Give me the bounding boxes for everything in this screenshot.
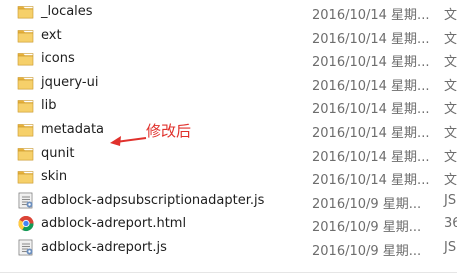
file-name: _locales [41, 4, 93, 19]
file-type: 文 [444, 55, 457, 71]
file-name: icons [41, 51, 75, 67]
js-file-icon [17, 239, 35, 256]
folder-icon [17, 168, 35, 185]
folder-icon [17, 50, 35, 67]
file-date-modified: 2016/10/9 星期... [312, 196, 422, 212]
js-file-icon [17, 192, 35, 209]
file-type: JS [444, 192, 457, 208]
file-date-modified: 2016/10/9 星期... [312, 243, 422, 259]
file-name: lib [41, 98, 57, 114]
folder-icon [17, 3, 35, 20]
html-file-icon [17, 215, 35, 232]
file-name: adblock-adpsubscriptionadapter.js [41, 192, 265, 208]
file-type: 文 [444, 125, 457, 141]
file-type: 文 [444, 149, 457, 165]
file-row[interactable]: adblock-adpsubscriptionadapter.js 2016/10… [0, 189, 457, 213]
folder-icon [17, 145, 35, 162]
file-date-modified: 2016/10/14 星期... [312, 125, 430, 141]
file-list: _locales 2016/10/14 星期... 文 ext 2016/10/14 … [0, 0, 457, 260]
file-name: qunit [41, 145, 75, 161]
file-type: 文 [444, 31, 457, 47]
file-name: jquery-ui [41, 74, 99, 90]
file-type: 文 [444, 173, 457, 189]
file-type: 文 [444, 78, 457, 94]
file-name: skin [41, 169, 68, 185]
file-date-modified: 2016/10/14 星期... [312, 55, 430, 71]
folder-icon [17, 74, 35, 91]
file-row[interactable]: _locales 2016/10/14 星期... 文 [0, 0, 457, 24]
folder-icon [17, 27, 35, 44]
file-row[interactable]: qunit 2016/10/14 星期... 文 [0, 142, 457, 166]
file-type: JS [444, 239, 457, 255]
folder-icon [17, 97, 35, 114]
file-date-modified: 2016/10/14 星期... [312, 31, 430, 47]
file-row[interactable]: adblock-adreport.html 2016/10/9 星期... 36 [0, 212, 457, 236]
annotation-label: 修改后 [146, 122, 192, 140]
file-type: 文 [444, 8, 457, 23]
file-row[interactable]: icons 2016/10/14 星期... 文 [0, 47, 457, 71]
file-row[interactable]: metadata 2016/10/14 星期... 文 [0, 118, 457, 142]
file-name: adblock-adreport.html [41, 216, 187, 232]
file-row[interactable]: lib 2016/10/14 星期... 文 [0, 94, 457, 118]
file-row[interactable]: skin 2016/10/14 星期... 文 [0, 165, 457, 189]
file-row[interactable]: adblock-adreport.js 2016/10/9 星期... JS [0, 236, 457, 260]
file-name: metadata [41, 121, 105, 137]
file-row[interactable]: jquery-ui 2016/10/14 星期... 文 [0, 71, 457, 95]
file-row[interactable]: ext 2016/10/14 星期... 文 [0, 24, 457, 48]
file-date-modified: 2016/10/14 星期... [312, 8, 430, 23]
file-date-modified: 2016/10/14 星期... [312, 149, 430, 165]
file-date-modified: 2016/10/14 星期... [312, 173, 430, 189]
file-date-modified: 2016/10/14 星期... [312, 102, 430, 118]
file-name: adblock-adreport.js [41, 239, 167, 255]
list-bottom-divider [0, 272, 457, 273]
file-date-modified: 2016/10/9 星期... [312, 220, 422, 236]
file-name: ext [41, 27, 62, 43]
file-type: 36 [444, 216, 457, 232]
file-date-modified: 2016/10/14 星期... [312, 78, 430, 94]
file-type: 文 [444, 102, 457, 118]
folder-icon [17, 121, 35, 138]
